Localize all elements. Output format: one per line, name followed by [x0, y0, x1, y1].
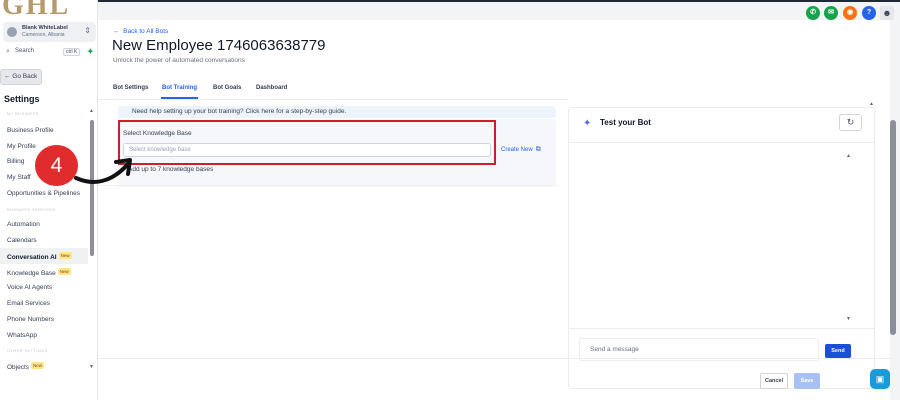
main-scrollbar[interactable] — [890, 120, 896, 335]
help-icon[interactable]: ? — [862, 6, 876, 20]
arrow-left-icon: ← — [113, 28, 124, 35]
test-bot-panel: ✦ Test your Bot ↻ ▲ ▼ Send a message Sen… — [568, 107, 875, 389]
sidebar-item-label: Conversation AI — [7, 254, 57, 261]
chat-support-icon[interactable]: ▣ — [870, 369, 890, 389]
main-content: ← Back to All Bots New Employee 17460636… — [98, 20, 896, 400]
quick-add-icon[interactable]: ✦ — [87, 47, 94, 56]
tab-bot-goals[interactable]: Bot Goals — [213, 85, 241, 91]
new-badge: New — [57, 268, 71, 275]
sidebar-item-knowledge-base[interactable]: Knowledge Base New — [7, 268, 71, 277]
notifications-app-icon[interactable]: ✉ — [824, 6, 838, 20]
sidebar-item-business-profile[interactable]: Business Profile — [7, 127, 54, 134]
help-banner-text: Need help setting up your bot training? … — [132, 108, 347, 115]
megaphone-icon[interactable]: ◉ — [843, 6, 857, 20]
back-link-label: Back to All Bots — [123, 28, 169, 35]
highlight-box — [118, 120, 496, 165]
refresh-icon: ↻ — [846, 117, 855, 127]
help-banner[interactable]: Need help setting up your bot training? … — [118, 106, 556, 118]
sidebar-item-email-services[interactable]: Email Services — [7, 300, 50, 307]
panel-divider — [98, 185, 558, 186]
tab-bot-training[interactable]: Bot Training — [162, 85, 197, 91]
new-badge: New — [31, 362, 45, 369]
back-to-bots-link[interactable]: ← Back to All Bots — [113, 28, 168, 35]
sidebar: GHL Blank WhiteLabel Cameroon, Albania ⇕… — [0, 0, 98, 400]
sidebar-item-opportunities[interactable]: Opportunities & Pipelines — [7, 190, 80, 197]
sidebar-item-conversation-ai[interactable]: Conversation AI New — [7, 252, 72, 261]
sparkle-icon: ✦ — [583, 118, 592, 129]
phone-icon[interactable]: ✆ — [806, 6, 820, 20]
main-scroll-up-icon[interactable]: ▲ — [869, 101, 874, 107]
annotation-arrow-icon — [74, 158, 132, 184]
top-edge — [0, 0, 900, 2]
section-business-services: BUSINESS SERVICES — [7, 207, 56, 212]
section-other-settings: OTHER SETTINGS — [7, 348, 48, 353]
section-my-business: MY BUSINESS — [7, 111, 39, 116]
sidebar-item-phone-numbers[interactable]: Phone Numbers — [7, 316, 54, 323]
tab-dashboard[interactable]: Dashboard — [256, 85, 287, 91]
chat-divider — [569, 328, 874, 329]
tabs-divider — [98, 99, 568, 100]
create-new-link[interactable]: Create New ⧉ — [501, 146, 541, 154]
account-location: Cameroon, Albania — [22, 32, 65, 38]
go-back-button[interactable]: ← Go Back — [0, 69, 42, 85]
scroll-up-arrow-icon[interactable]: ▲ — [89, 108, 94, 114]
refresh-button[interactable]: ↻ — [839, 114, 862, 131]
page-subtitle: Unlock the power of automated conversati… — [113, 57, 245, 64]
new-badge: New — [58, 252, 72, 259]
kb-limit-hint: Add up to 7 knowledge bases — [128, 166, 214, 173]
sidebar-item-billing[interactable]: Billing — [7, 158, 24, 165]
panel-header-divider — [569, 142, 874, 143]
account-avatar — [7, 27, 17, 37]
sidebar-item-automation[interactable]: Automation — [7, 221, 40, 228]
create-new-label: Create New — [501, 147, 533, 153]
send-button[interactable]: Send — [825, 344, 851, 358]
sidebar-item-label: Knowledge Base — [7, 270, 56, 277]
search-placeholder: Search — [15, 48, 35, 54]
settings-title: Settings — [4, 94, 40, 104]
save-button[interactable]: Save — [794, 373, 820, 389]
search-icon: ⌕ — [6, 48, 10, 55]
sidebar-item-objects[interactable]: Objects New — [7, 362, 45, 371]
tab-bot-settings[interactable]: Bot Settings — [113, 85, 148, 91]
test-bot-title: Test your Bot — [600, 118, 651, 127]
brand-logo: GHL — [2, 0, 71, 21]
sidebar-item-label: Objects — [7, 364, 30, 371]
scroll-down-arrow-icon[interactable]: ▼ — [89, 364, 94, 370]
chat-scroll-up-icon[interactable]: ▲ — [846, 153, 851, 159]
account-switcher[interactable]: Blank WhiteLabel Cameroon, Albania ⇕ — [3, 22, 96, 42]
footer-divider — [98, 358, 890, 359]
sidebar-item-voice-ai-agents[interactable]: Voice AI Agents — [7, 284, 52, 291]
cancel-button[interactable]: Cancel — [760, 373, 788, 389]
sidebar-item-my-staff[interactable]: My Staff — [7, 174, 31, 181]
search-shortcut: ctrl K — [63, 48, 81, 56]
user-avatar[interactable]: ☻ — [880, 6, 894, 20]
chat-scroll-down-icon[interactable]: ▼ — [846, 316, 851, 322]
page-title: New Employee 1746063638779 — [112, 37, 326, 54]
sidebar-item-calendars[interactable]: Calendars — [7, 237, 37, 244]
sidebar-item-my-profile[interactable]: My Profile — [7, 143, 36, 150]
external-link-icon: ⧉ — [535, 146, 541, 153]
sidebar-item-whatsapp[interactable]: WhatsApp — [7, 332, 37, 339]
message-placeholder: Send a message — [590, 346, 639, 353]
account-name: Blank WhiteLabel — [22, 25, 68, 31]
switch-chevron-icon: ⇕ — [84, 26, 91, 35]
sidebar-search[interactable]: ⌕ Search ctrl K ✦ — [3, 47, 96, 59]
